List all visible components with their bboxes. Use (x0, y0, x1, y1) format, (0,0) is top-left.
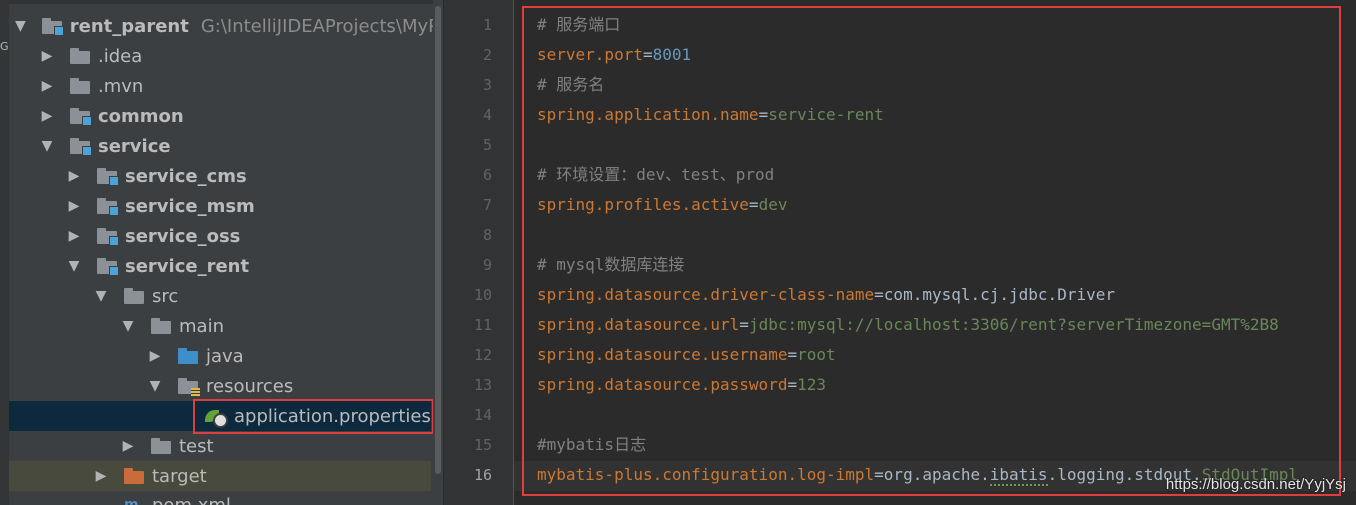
line-number: 1 (482, 16, 492, 34)
module-folder-icon (97, 258, 119, 276)
chevron-down-icon[interactable]: ▼ (148, 378, 162, 394)
side-tool-strip[interactable]: G (0, 0, 9, 505)
line-number: 15 (473, 436, 492, 454)
tree-item-label: pom.xml (152, 494, 231, 505)
tree-item-service-rent[interactable]: ▼ service_rent (9, 251, 431, 281)
code-editor[interactable]: # 服务端口 server.port=8001 # 服务名 spring.app… (514, 0, 1356, 505)
folder-icon (151, 318, 171, 334)
tree-item-resources[interactable]: ▼ resources (9, 371, 431, 401)
tree-item-test[interactable]: ▶ test (9, 431, 431, 461)
chevron-right-icon[interactable]: ▶ (40, 108, 54, 124)
line-number: 13 (473, 376, 492, 394)
chevron-down-icon[interactable]: ▼ (15, 18, 26, 34)
tree-item-service[interactable]: ▼ service (9, 131, 431, 161)
tree-item-service-msm[interactable]: ▶ service_msm (9, 191, 431, 221)
chevron-right-icon[interactable]: ▶ (148, 348, 162, 364)
chevron-right-icon[interactable]: ▶ (40, 78, 54, 94)
folder-icon (124, 288, 144, 304)
module-folder-icon (70, 108, 92, 126)
tree-item-label: service_oss (125, 225, 241, 247)
watermark: https://blog.csdn.net/YyjYsj (1165, 476, 1346, 493)
module-folder-icon (97, 198, 119, 216)
tree-item-label: service_msm (125, 195, 255, 217)
tree-item-src[interactable]: ▼ src (9, 281, 431, 311)
chevron-down-icon[interactable]: ▼ (40, 138, 54, 154)
folder-icon (70, 48, 90, 64)
tree-item-service-oss[interactable]: ▶ service_oss (9, 221, 431, 251)
tree-item-label: .idea (98, 45, 143, 67)
chevron-down-icon[interactable]: ▼ (94, 288, 108, 304)
chevron-down-icon[interactable]: ▼ (121, 318, 135, 334)
maven-file-icon: m (124, 497, 139, 505)
tree-item-common[interactable]: ▶ common (9, 101, 431, 131)
tree-top-border (9, 0, 433, 4)
project-tree-panel: G ▼ rent_parent G:\IntelliJIDEAProjects\… (0, 0, 443, 505)
chevron-right-icon[interactable]: ▶ (67, 228, 81, 244)
tree-item-label: rent_parent (69, 15, 189, 37)
tree-item-java[interactable]: ▶ java (9, 341, 431, 371)
tree-item-label: service (98, 135, 171, 157)
module-folder-icon (41, 18, 64, 36)
tree-item-label: src (152, 285, 179, 307)
line-number-gutter: 1 2 3 4 5 6 7 8 9 10 11 12 13 14 15 16 (443, 0, 514, 505)
tree-item-label: service_cms (125, 165, 247, 187)
line-number: 8 (482, 226, 492, 244)
line-number: 2 (482, 46, 492, 64)
line-number: 14 (473, 406, 492, 424)
line-number: 7 (482, 196, 492, 214)
tree-item-idea[interactable]: ▶ .idea (9, 41, 431, 71)
line-number: 9 (482, 256, 492, 274)
tree-item-label: target (152, 465, 207, 487)
line-number: 5 (482, 136, 492, 154)
folder-icon (70, 78, 90, 94)
tree-item-rent-parent[interactable]: ▼ rent_parent G:\IntelliJIDEAProjects\My… (9, 11, 443, 41)
tree-item-label: .mvn (98, 75, 144, 97)
chevron-right-icon[interactable]: ▶ (121, 438, 135, 454)
excluded-folder-icon (124, 468, 144, 484)
chevron-right-icon[interactable]: ▶ (67, 168, 81, 184)
module-folder-icon (97, 168, 119, 186)
highlight-box-code (522, 6, 1341, 496)
tree-item-service-cms[interactable]: ▶ service_cms (9, 161, 431, 191)
chevron-right-icon[interactable]: ▶ (94, 468, 108, 484)
tree-item-label: resources (206, 375, 294, 397)
tree-item-target[interactable]: ▶ target (9, 461, 431, 491)
module-folder-icon (70, 138, 92, 156)
module-folder-icon (97, 228, 119, 246)
line-number: 12 (473, 346, 492, 364)
tree-scrollbar[interactable] (433, 0, 443, 505)
line-number: 4 (482, 106, 492, 124)
tree-item-pom-xml[interactable]: m pom.xml (9, 490, 431, 505)
tree-item-label: service_rent (125, 255, 250, 277)
line-number: 3 (482, 76, 492, 94)
chevron-right-icon[interactable]: ▶ (40, 48, 54, 64)
tree-item-label: common (98, 105, 184, 127)
folder-icon (151, 438, 171, 454)
resources-folder-icon (178, 378, 200, 397)
tree-item-mvn[interactable]: ▶ .mvn (9, 71, 431, 101)
chevron-down-icon[interactable]: ▼ (67, 258, 81, 274)
tree-item-label: java (206, 345, 244, 367)
line-number: 10 (473, 286, 492, 304)
tree-scrollbar-thumb[interactable] (435, 6, 441, 474)
tree-item-label: main (179, 315, 224, 337)
line-number: 6 (482, 166, 492, 184)
source-folder-icon (178, 348, 198, 364)
tree-item-main[interactable]: ▼ main (9, 311, 431, 341)
tree-item-label: test (179, 435, 214, 457)
line-number: 11 (473, 316, 492, 334)
chevron-right-icon[interactable]: ▶ (67, 198, 81, 214)
line-number-current: 16 (473, 466, 492, 484)
project-path: G:\IntelliJIDEAProjects\MyProje (200, 15, 443, 37)
highlight-box-file (193, 399, 434, 434)
side-tool-strip-label: G (0, 40, 9, 53)
